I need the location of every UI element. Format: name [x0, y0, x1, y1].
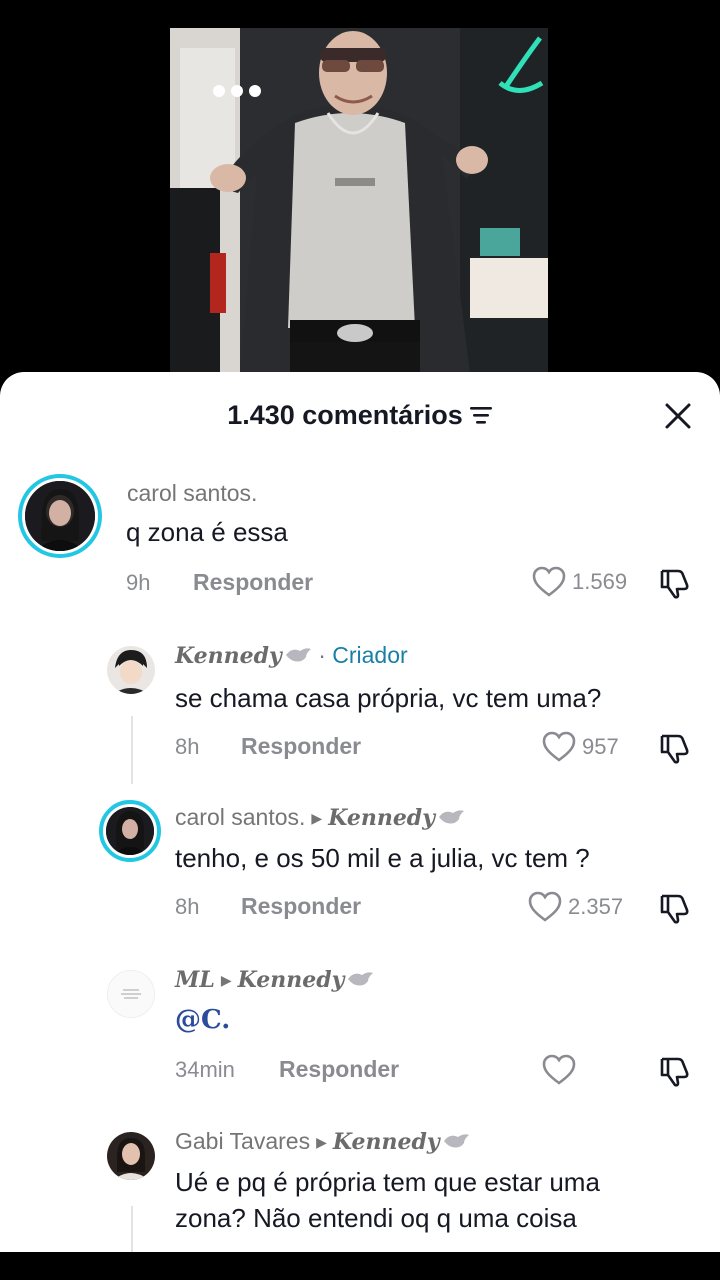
reply-to-name[interactable]: Kennedy — [333, 1129, 440, 1155]
comments-title: 1.430 comentários — [0, 400, 720, 431]
close-icon[interactable] — [662, 400, 694, 432]
heart-outline-icon — [528, 891, 562, 922]
reply-to-name[interactable]: Kennedy — [328, 805, 435, 831]
comment-item: carol santos. ▶ Kennedy tenho, e os 50 mil… — [0, 800, 720, 950]
heart-outline-icon — [532, 566, 566, 597]
reply-to-name[interactable]: Kennedy — [238, 967, 345, 993]
author-name[interactable]: Kennedy — [175, 643, 282, 669]
author-name[interactable]: ML — [175, 967, 215, 993]
reply-button[interactable]: Responder — [193, 569, 313, 596]
like-button[interactable]: 957 — [542, 731, 619, 763]
like-count: 2.357 — [568, 894, 624, 919]
badge-separator: · — [318, 642, 326, 668]
thumbs-down-icon[interactable] — [658, 1054, 692, 1088]
heart-outline-icon — [542, 1054, 576, 1085]
comment-author[interactable]: Kennedy · Criador — [175, 642, 408, 669]
comment-item: carol santos. q zona é essa 9h Responder… — [0, 474, 720, 604]
avatar[interactable] — [18, 474, 102, 558]
comment-mention[interactable]: @C. — [175, 1002, 230, 1038]
reply-arrow-icon: ▶ — [220, 972, 232, 988]
comment-item: Kennedy · Criador se chama casa própria,… — [0, 640, 720, 790]
reply-button[interactable]: Responder — [241, 893, 361, 920]
like-button[interactable]: 2.357 — [528, 891, 623, 923]
reply-button[interactable]: Responder — [279, 1056, 399, 1083]
avatar[interactable] — [107, 1132, 155, 1180]
bird-emoji-icon — [285, 648, 311, 662]
reply-arrow-icon: ▶ — [316, 1134, 327, 1150]
comment-text: q zona é essa — [126, 517, 288, 547]
author-name[interactable]: carol santos. — [175, 804, 305, 830]
comments-header: 1.430 comentários — [0, 372, 720, 462]
comment-text-line-1: Ué e pq é própria tem que estar uma — [175, 1167, 600, 1197]
bird-emoji-icon — [443, 1134, 469, 1148]
like-count: 1.569 — [572, 569, 628, 594]
video-thumbnail — [170, 28, 548, 373]
thumbs-down-icon[interactable] — [658, 731, 692, 765]
thread-line — [131, 1206, 133, 1252]
like-button[interactable] — [542, 1054, 582, 1086]
comment-author[interactable]: Gabi Tavares ▶ Kennedy — [175, 1128, 470, 1155]
thread-line — [131, 716, 133, 784]
bottom-bar — [0, 1252, 720, 1280]
avatar[interactable] — [107, 970, 155, 1018]
video-area[interactable] — [0, 0, 720, 380]
comment-text: se chama casa própria, vc tem uma? — [175, 683, 602, 713]
thumbs-down-icon[interactable] — [658, 566, 692, 600]
like-count: 957 — [582, 734, 619, 759]
comments-count-label: 1.430 comentários — [227, 400, 463, 430]
reply-button[interactable]: Responder — [241, 733, 361, 760]
heart-outline-icon — [542, 731, 576, 762]
bird-emoji-icon — [438, 810, 464, 824]
comment-author[interactable]: carol santos. ▶ Kennedy — [175, 804, 465, 831]
thumbs-down-icon[interactable] — [658, 891, 692, 925]
comment-item: Gabi Tavares ▶ Kennedy Ué e pq é própria t… — [0, 1124, 720, 1252]
comment-time: 8h — [175, 734, 200, 759]
comment-time: 9h — [126, 570, 151, 595]
more-dots-icon[interactable] — [213, 84, 265, 98]
video-frame[interactable] — [170, 28, 548, 373]
avatar[interactable] — [107, 646, 155, 694]
comment-item: ML ▶ Kennedy @C. 34min Responder — [0, 962, 720, 1112]
comment-time: 34min — [175, 1057, 235, 1082]
comment-author[interactable]: ML ▶ Kennedy — [175, 966, 374, 993]
sort-lines-icon[interactable] — [469, 404, 493, 426]
reply-arrow-icon: ▶ — [311, 810, 323, 826]
comment-author[interactable]: carol santos. — [127, 480, 257, 507]
creator-badge: Criador — [332, 642, 408, 668]
comments-sheet: 1.430 comentários carol santos. q zona é… — [0, 372, 720, 1252]
avatar[interactable] — [99, 800, 161, 862]
comment-text-line-2: zona? Não entendi oq q uma coisa — [175, 1203, 577, 1233]
like-button[interactable]: 1.569 — [532, 566, 627, 598]
bird-emoji-icon — [348, 972, 374, 986]
comment-text: tenho, e os 50 mil e a julia, vc tem ? — [175, 843, 590, 873]
author-name[interactable]: Gabi Tavares — [175, 1128, 310, 1154]
comment-time: 8h — [175, 894, 200, 919]
